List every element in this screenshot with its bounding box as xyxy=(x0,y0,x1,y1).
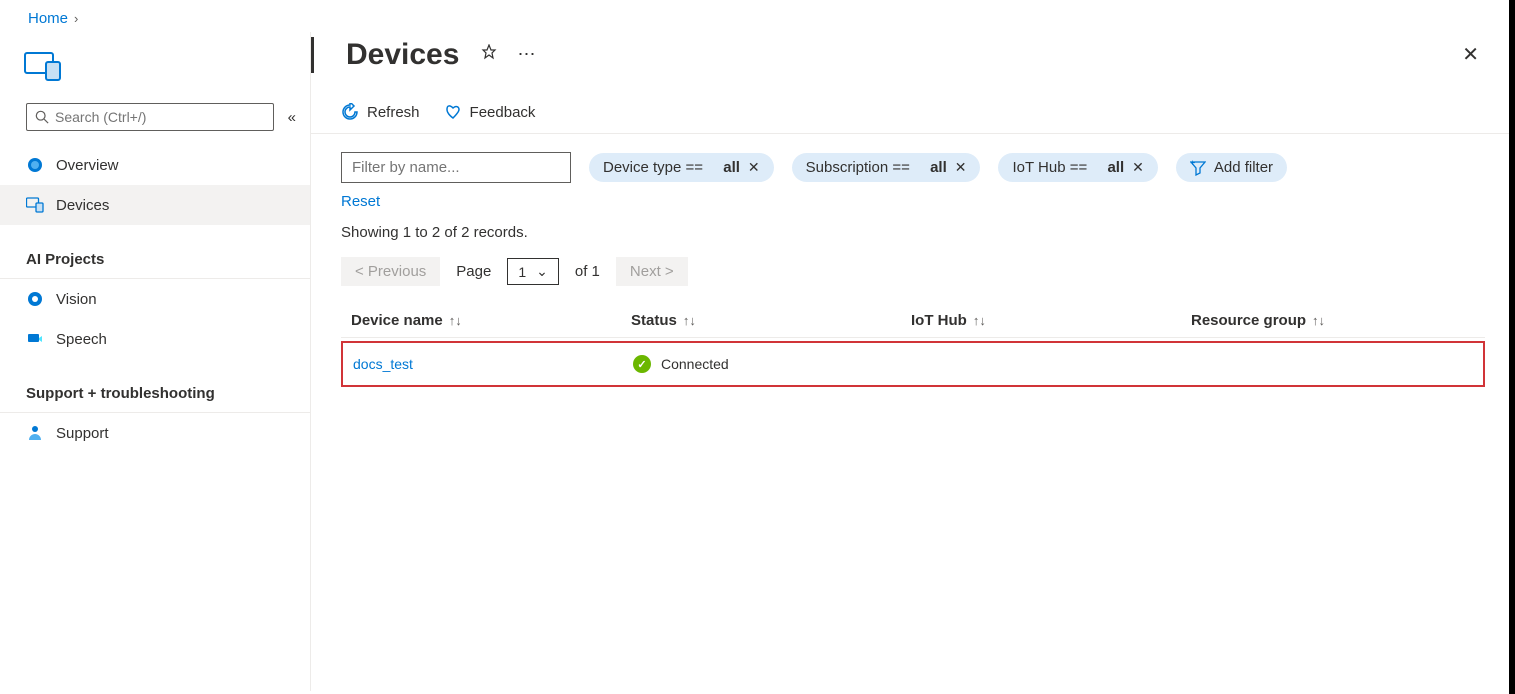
feedback-label: Feedback xyxy=(470,104,536,121)
sidebar: « Overview Devices AI Projects xyxy=(0,32,310,691)
sort-icon: ↑↓ xyxy=(973,313,986,328)
sidebar-item-support[interactable]: Support xyxy=(0,413,310,453)
close-button[interactable]: ✕ xyxy=(1456,36,1485,73)
remove-filter-icon[interactable]: ✕ xyxy=(748,159,760,176)
remove-filter-icon[interactable]: ✕ xyxy=(955,159,967,176)
column-status[interactable]: Status↑↓ xyxy=(631,312,911,329)
previous-button[interactable]: < Previous xyxy=(341,257,440,286)
devices-brand-icon xyxy=(24,50,66,82)
vision-icon xyxy=(26,290,44,308)
pager: < Previous Page 1 ⌄ of 1 Next > xyxy=(311,241,1515,286)
chevron-down-icon: ⌄ xyxy=(536,263,548,280)
table-header: Device name↑↓ Status↑↓ IoT Hub↑↓ Resourc… xyxy=(341,304,1485,338)
next-button[interactable]: Next > xyxy=(616,257,688,286)
reset-filters-link[interactable]: Reset xyxy=(311,183,1515,210)
heart-icon xyxy=(444,103,462,121)
sidebar-search[interactable] xyxy=(26,103,274,131)
remove-filter-icon[interactable]: ✕ xyxy=(1132,159,1144,176)
toolbar: Refresh Feedback xyxy=(311,79,1515,134)
sidebar-item-label: Support xyxy=(56,425,109,442)
layout: « Overview Devices AI Projects xyxy=(0,32,1515,691)
speech-icon xyxy=(26,330,44,348)
add-filter-button[interactable]: + Add filter xyxy=(1176,153,1287,182)
main: Devices ⋯ ✕ Refresh Feedback xyxy=(310,32,1515,691)
sidebar-item-label: Overview xyxy=(56,157,119,174)
filter-pill-device-type[interactable]: Device type == all ✕ xyxy=(589,153,774,182)
page-label: Page xyxy=(456,263,491,280)
filter-pill-subscription[interactable]: Subscription == all ✕ xyxy=(792,153,981,182)
sidebar-item-label: Vision xyxy=(56,291,97,308)
column-device-name[interactable]: Device name↑↓ xyxy=(351,312,631,329)
page-of-label: of 1 xyxy=(575,263,600,280)
device-link[interactable]: docs_test xyxy=(353,356,633,372)
devices-table: Device name↑↓ Status↑↓ IoT Hub↑↓ Resourc… xyxy=(341,304,1485,387)
right-border xyxy=(1509,0,1515,694)
status-ok-icon: ✓ xyxy=(633,355,651,373)
resource-icon xyxy=(0,42,310,103)
status-text: Connected xyxy=(661,356,729,372)
sidebar-item-label: Devices xyxy=(56,197,109,214)
more-icon[interactable]: ⋯ xyxy=(517,44,537,65)
table-row[interactable]: docs_test ✓ Connected xyxy=(341,341,1485,387)
sidebar-item-overview[interactable]: Overview xyxy=(0,145,310,185)
sidebar-item-speech[interactable]: Speech xyxy=(0,319,310,359)
svg-text:+: + xyxy=(1190,160,1195,168)
sort-icon: ↑↓ xyxy=(449,313,462,328)
pin-icon[interactable] xyxy=(481,44,497,65)
refresh-label: Refresh xyxy=(367,104,420,121)
sidebar-search-input[interactable] xyxy=(55,109,265,125)
section-support: Support + troubleshooting xyxy=(0,373,310,413)
column-iot-hub[interactable]: IoT Hub↑↓ xyxy=(911,312,1191,329)
filter-icon: + xyxy=(1190,160,1206,176)
support-icon xyxy=(26,424,44,442)
page-select[interactable]: 1 ⌄ xyxy=(507,258,559,285)
column-resource-group[interactable]: Resource group↑↓ xyxy=(1191,312,1471,329)
filter-name-input[interactable] xyxy=(341,152,571,183)
sort-icon: ↑↓ xyxy=(683,313,696,328)
sidebar-item-label: Speech xyxy=(56,331,107,348)
page-title: Devices xyxy=(346,38,459,72)
search-icon xyxy=(35,110,49,124)
refresh-icon xyxy=(341,103,359,121)
section-ai-projects: AI Projects xyxy=(0,239,310,279)
breadcrumb: Home › xyxy=(0,0,1515,32)
refresh-button[interactable]: Refresh xyxy=(341,103,420,121)
breadcrumb-home[interactable]: Home xyxy=(28,10,68,27)
sidebar-item-vision[interactable]: Vision xyxy=(0,279,310,319)
sort-icon: ↑↓ xyxy=(1312,313,1325,328)
overview-icon xyxy=(26,156,44,174)
title-accent xyxy=(311,37,314,73)
chevron-right-icon: › xyxy=(74,11,78,26)
status-cell: ✓ Connected xyxy=(633,355,913,373)
devices-icon xyxy=(26,196,44,214)
filter-pill-iot-hub[interactable]: IoT Hub == all ✕ xyxy=(998,153,1157,182)
sidebar-item-devices[interactable]: Devices xyxy=(0,185,310,225)
feedback-button[interactable]: Feedback xyxy=(444,103,536,121)
filter-row: Device type == all ✕ Subscription == all… xyxy=(311,134,1515,183)
collapse-sidebar-button[interactable]: « xyxy=(288,109,296,126)
record-count: Showing 1 to 2 of 2 records. xyxy=(311,210,1515,241)
